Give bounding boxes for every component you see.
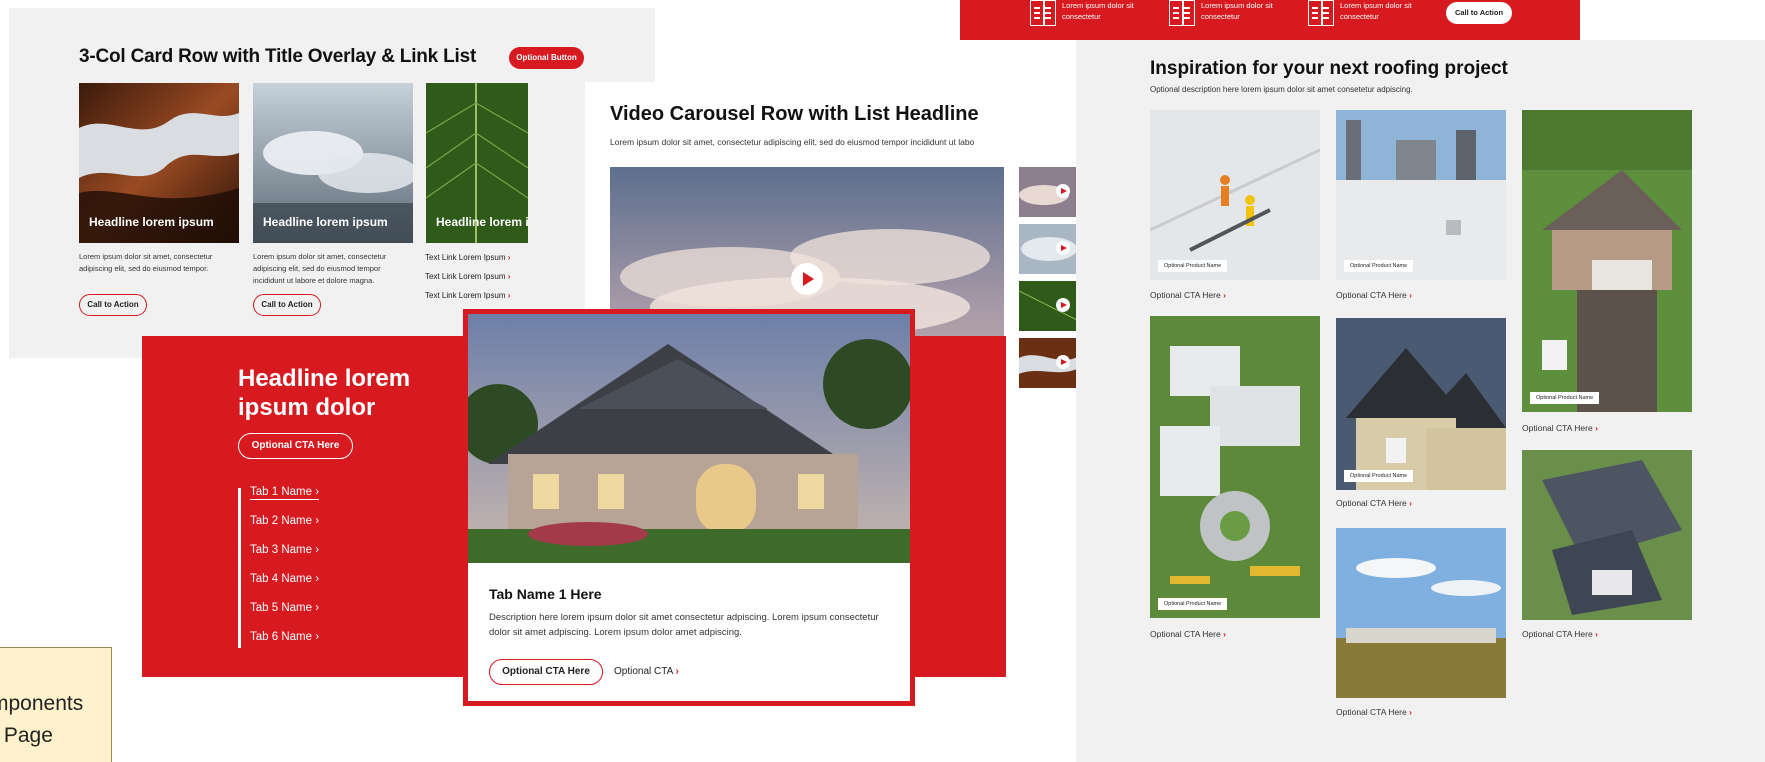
call-to-action-button[interactable]: Call to Action	[253, 294, 321, 316]
house-gable-image	[1336, 318, 1506, 490]
card-description: Lorem ipsum dolor sit amet, consectetur …	[253, 252, 387, 285]
optional-cta-button[interactable]: Optional CTA Here	[238, 433, 353, 459]
building-icon	[1308, 0, 1334, 26]
roof-workers-image	[1150, 110, 1320, 280]
link-list: Text Link Lorem Ipsum › Text Link Lorem …	[425, 253, 510, 310]
product-tag: Optional Product Name	[1158, 598, 1228, 610]
project-tile[interactable]: Optional Product Name	[1522, 110, 1692, 412]
card-headline: Headline lorem ipsum	[436, 215, 528, 229]
product-tag: Optional Product Name	[1344, 260, 1414, 272]
tile-cta-link[interactable]: Optional CTA Here ›	[1336, 498, 1412, 508]
roof-top-view-image	[1522, 450, 1692, 620]
tab-1[interactable]: Tab 1 Name ›	[250, 486, 320, 500]
play-icon[interactable]	[1056, 355, 1070, 369]
call-to-action-button[interactable]: Call to Action	[1446, 2, 1512, 24]
text-link[interactable]: Text Link Lorem Ipsum ›	[425, 291, 510, 310]
play-icon[interactable]	[1056, 241, 1070, 255]
strip-text: Lorem ipsum dolor sit consectetur	[1201, 1, 1273, 21]
project-tile[interactable]	[1522, 450, 1692, 620]
card-leaf[interactable]: Headline lorem ipsum	[426, 83, 528, 243]
tile-cta-link[interactable]: Optional CTA Here ›	[1522, 629, 1598, 639]
optional-cta-button[interactable]: Optional CTA Here	[489, 659, 603, 685]
project-tile[interactable]: Optional Product Name	[1150, 316, 1320, 618]
optional-cta-link[interactable]: Optional CTA ›	[614, 666, 679, 677]
strip-item: Lorem ipsum dolor sit consectetur	[1030, 0, 1150, 28]
strip-text: Lorem ipsum dolor sit consectetur	[1340, 1, 1412, 21]
building-icon	[1030, 0, 1056, 26]
card-headline: Headline lorem ipsum	[89, 215, 214, 229]
tab-4[interactable]: Tab 4 Name ›	[250, 573, 319, 585]
card-row-panel: 3-Col Card Row with Title Overlay & Link…	[9, 8, 655, 358]
text-link[interactable]: Text Link Lorem Ipsum ›	[425, 272, 510, 291]
inspiration-panel: Inspiration for your next roofing projec…	[1076, 40, 1765, 762]
tile-cta-link[interactable]: Optional CTA Here ›	[1150, 629, 1226, 639]
product-tag: Optional Product Name	[1158, 260, 1228, 272]
feature-strip: Lorem ipsum dolor sit consectetur Lorem …	[960, 0, 1580, 40]
tab-2[interactable]: Tab 2 Name ›	[250, 515, 319, 527]
tile-cta-link[interactable]: Optional CTA Here ›	[1336, 707, 1412, 717]
tab-panel-description: Description here lorem ipsum dolor sit a…	[489, 612, 879, 638]
tile-cta-link[interactable]: Optional CTA Here ›	[1522, 423, 1598, 433]
tab-panel-title: Tab Name 1 Here	[489, 586, 602, 602]
flat-roof-city-image	[1336, 110, 1506, 280]
tile-cta-link[interactable]: Optional CTA Here ›	[1336, 290, 1412, 300]
tile-cta-link[interactable]: Optional CTA Here ›	[1150, 290, 1226, 300]
note-box: mponents r Page	[0, 647, 112, 762]
tab-content-card: Tab Name 1 Here Description here lorem i…	[463, 309, 915, 706]
project-tile[interactable]: Optional Product Name	[1336, 318, 1506, 490]
note-line: r Page	[0, 724, 53, 747]
strip-text: Lorem ipsum dolor sit consectetur	[1062, 1, 1134, 21]
strip-item: Lorem ipsum dolor sit consectetur	[1169, 0, 1289, 28]
play-icon[interactable]	[1056, 298, 1070, 312]
house-image	[468, 314, 910, 563]
product-tag: Optional Product Name	[1344, 470, 1414, 482]
video-thumbnail[interactable]	[1019, 167, 1079, 217]
card-description: Lorem ipsum dolor sit amet, consectetur …	[79, 252, 213, 273]
building-icon	[1169, 0, 1195, 26]
product-tag: Optional Product Name	[1530, 392, 1600, 404]
project-tile[interactable]: Optional Product Name	[1336, 110, 1506, 280]
video-title: Video Carousel Row with List Headline	[610, 103, 979, 125]
call-to-action-button[interactable]: Call to Action	[79, 294, 147, 316]
project-tile[interactable]: Optional Product Name	[1150, 110, 1320, 280]
card-clouds[interactable]: Headline lorem ipsum	[253, 83, 413, 243]
tab-indicator	[238, 488, 241, 648]
inspiration-title: Inspiration for your next roofing projec…	[1150, 58, 1508, 79]
video-thumbnail[interactable]	[1019, 224, 1079, 274]
card-row-title: 3-Col Card Row with Title Overlay & Link…	[79, 46, 477, 67]
suburban-house-image	[1522, 110, 1692, 412]
video-thumbnail[interactable]	[1019, 281, 1079, 331]
note-line: mponents	[0, 692, 84, 715]
card-headline: Headline lorem ipsum	[263, 215, 388, 229]
warehouse-image	[1336, 528, 1506, 698]
play-icon[interactable]	[1056, 184, 1070, 198]
video-subtitle: Lorem ipsum dolor sit amet, consectetur …	[610, 137, 975, 147]
tab-3[interactable]: Tab 3 Name ›	[250, 544, 319, 556]
text-link[interactable]: Text Link Lorem Ipsum ›	[425, 253, 510, 272]
project-tile[interactable]	[1336, 528, 1506, 698]
card-canyon[interactable]: Headline lorem ipsum	[79, 83, 239, 243]
strip-item: Lorem ipsum dolor sit consectetur	[1308, 0, 1428, 28]
inspiration-subtitle: Optional description here lorem ipsum do…	[1150, 85, 1413, 94]
play-icon[interactable]	[791, 263, 823, 295]
optional-button[interactable]: Optional Button	[509, 47, 584, 69]
video-thumbnail[interactable]	[1019, 338, 1079, 388]
tab-6[interactable]: Tab 6 Name ›	[250, 631, 319, 643]
tab-5[interactable]: Tab 5 Name ›	[250, 602, 319, 614]
school-aerial-image	[1150, 316, 1320, 618]
tabs-headline: Headline lorem ipsum dolor	[238, 365, 411, 421]
